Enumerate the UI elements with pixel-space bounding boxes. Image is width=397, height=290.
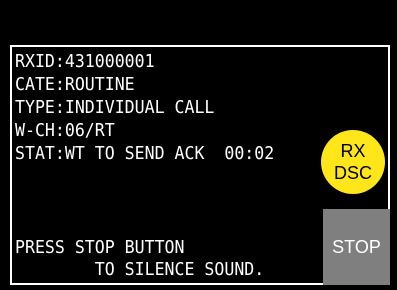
category-line: CATE:ROUTINE (15, 74, 135, 95)
stop-button[interactable]: STOP (323, 209, 390, 285)
status-line: STAT:WT TO SEND ACK 00:02 (15, 143, 275, 164)
working-channel-line: W-CH:06/RT (15, 120, 115, 141)
dsc-screen: RXID:431000001 CATE:ROUTINE TYPE:INDIVID… (0, 0, 397, 290)
rx-dsc-label-line2: DSC (333, 163, 372, 183)
rx-dsc-button[interactable]: RX DSC (321, 130, 385, 194)
stop-button-label: STOP (332, 237, 381, 257)
dsc-info-panel: RXID:431000001 CATE:ROUTINE TYPE:INDIVID… (10, 45, 390, 285)
rx-dsc-label-line1: RX (340, 141, 366, 161)
message-line-1: PRESS STOP BUTTON (15, 237, 185, 258)
message-line-2: TO SILENCE SOUND. (15, 259, 265, 280)
rxid-line: RXID:431000001 (15, 51, 155, 72)
type-line: TYPE:INDIVIDUAL CALL (15, 97, 215, 118)
